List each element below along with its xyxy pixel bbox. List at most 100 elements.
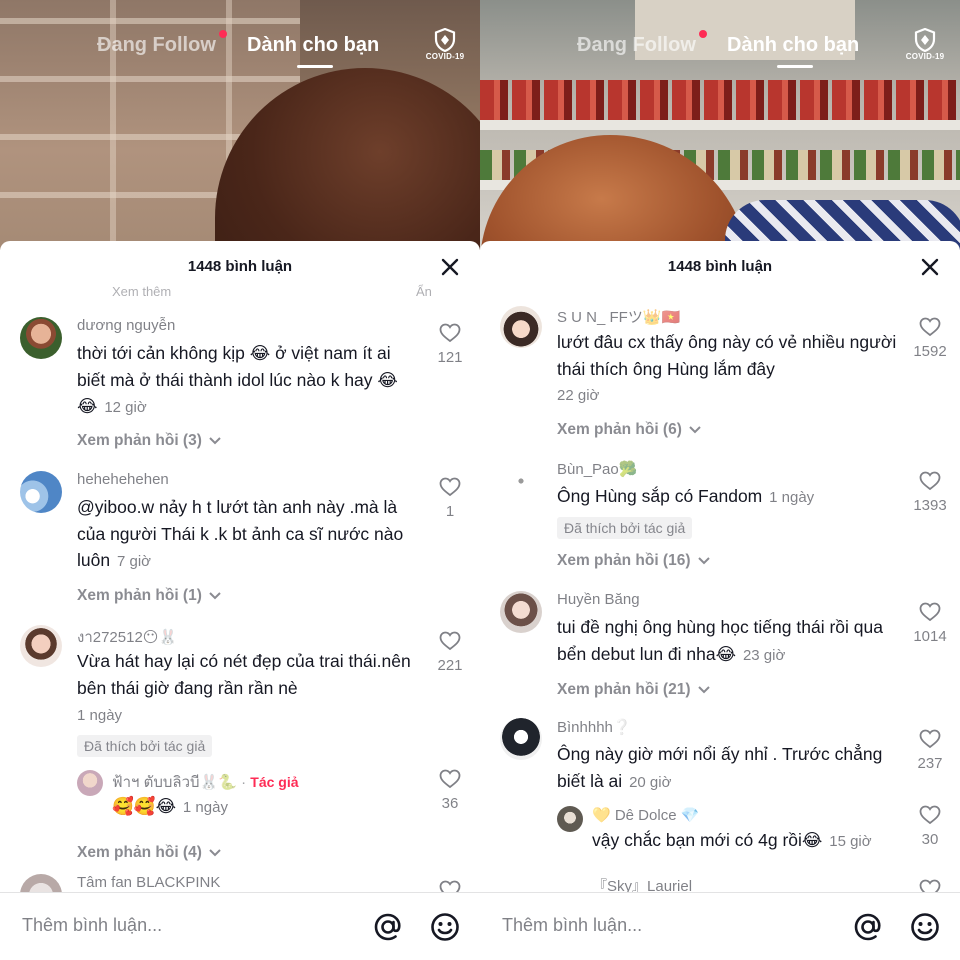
heart-icon	[439, 631, 461, 651]
like-count: 221	[437, 657, 463, 674]
chevron-down-icon	[698, 557, 710, 565]
view-replies-button[interactable]: Xem phản hồi (4)	[77, 844, 222, 862]
comment-input-bar: Thêm bình luận...	[480, 892, 960, 960]
like-button[interactable]: 30	[910, 805, 950, 848]
covid-label: COVID-19	[425, 52, 465, 61]
avatar[interactable]	[557, 806, 583, 832]
comment-text: lướt đâu cx thấy ông này có vẻ nhiều ngư…	[557, 329, 897, 382]
heart-icon	[919, 879, 941, 892]
avatar[interactable]	[557, 875, 583, 892]
like-button[interactable]: 1014	[910, 602, 950, 645]
comment-username[interactable]: hehehehehen	[77, 471, 169, 488]
comment-username[interactable]: dương nguyễn	[77, 317, 175, 334]
reply-text: 🥰🥰😂 1 ngày	[112, 793, 412, 822]
view-replies-label: Xem phản hồi (21)	[557, 681, 691, 698]
like-button[interactable]: 1	[430, 477, 470, 520]
active-tab-indicator	[297, 65, 333, 68]
comment-input[interactable]: Thêm bình luận...	[502, 915, 642, 936]
comment-username[interactable]: Huyền Băng	[557, 591, 640, 608]
reply-username[interactable]: ฟ้าฯ ตับบลิวบี🐰🐍 · Tác giả	[112, 770, 299, 794]
left-screen: Đang Follow Dành cho bạn COVID-19 1448 b…	[0, 0, 480, 960]
view-replies-button[interactable]: Xem phản hồi (1)	[77, 587, 222, 605]
covid-button[interactable]: COVID-19	[903, 28, 947, 61]
comment-time: 7 giờ	[116, 553, 151, 570]
comments-sheet: 1448 bình luận Xem thêm Ẩn dương nguyễn …	[0, 241, 480, 960]
emoji-icon[interactable]	[909, 911, 941, 943]
comment-username[interactable]: Tâm fan BLACKPINK	[77, 874, 220, 891]
right-screen: Đang Follow Dành cho bạn COVID-19 1448 b…	[480, 0, 960, 960]
tab-following[interactable]: Đang Follow	[577, 34, 696, 57]
view-replies-button[interactable]: Xem phản hồi (6)	[557, 421, 702, 439]
comments-sheet: 1448 bình luận S U N_ FFツ👑🇻🇳 lướt đâu cx…	[480, 241, 960, 960]
reply-body: 🥰🥰😂	[112, 796, 177, 816]
covid-button[interactable]: COVID-19	[423, 28, 467, 61]
chevron-down-icon	[209, 437, 221, 445]
like-button[interactable]	[430, 880, 470, 892]
like-button[interactable]: 121	[430, 323, 470, 366]
chevron-down-icon	[209, 592, 221, 600]
view-replies-button[interactable]: Xem phản hồi (16)	[557, 552, 711, 570]
comment-input[interactable]: Thêm bình luận...	[22, 915, 162, 936]
avatar[interactable]	[77, 770, 103, 796]
like-button[interactable]: 36	[430, 769, 470, 812]
comment-text: @yiboo.w nảy h t lướt tàn anh này .mà là…	[77, 494, 417, 576]
covid-label: COVID-19	[905, 52, 945, 61]
author-tag: Tác giả	[250, 774, 299, 790]
active-tab-indicator	[777, 65, 813, 68]
view-replies-button[interactable]: Xem phản hồi (3)	[77, 432, 222, 450]
reply-time: 15 giờ	[829, 833, 872, 850]
reply-time: 1 ngày	[182, 799, 228, 816]
like-button[interactable]: 1592	[910, 317, 950, 360]
top-nav: Đang Follow Dành cho bạn COVID-19	[480, 28, 960, 73]
avatar[interactable]	[20, 471, 62, 513]
like-count: 1393	[913, 497, 947, 514]
avatar[interactable]	[20, 317, 62, 359]
at-icon[interactable]	[852, 911, 884, 943]
comment-time: 12 giờ	[104, 399, 147, 416]
heart-icon	[439, 880, 461, 892]
comment-list[interactable]: dương nguyễn thời tới cản không kịp 😂 ở …	[0, 241, 480, 892]
heart-icon	[439, 477, 461, 497]
avatar[interactable]	[500, 718, 542, 760]
comment-username[interactable]: งา272512😶🐰	[77, 625, 177, 649]
view-replies-label: Xem phản hồi (4)	[77, 844, 202, 861]
view-replies-button[interactable]: Xem phản hồi (21)	[557, 681, 711, 699]
like-count: 1592	[913, 343, 947, 360]
comment-text: Ông Hùng sắp có Fandom 1 ngày	[557, 483, 897, 512]
comment-list[interactable]: S U N_ FFツ👑🇻🇳 lướt đâu cx thấy ông này c…	[480, 241, 960, 892]
tab-following[interactable]: Đang Follow	[97, 34, 216, 57]
like-button[interactable]: 221	[430, 631, 470, 674]
avatar[interactable]	[20, 874, 62, 892]
avatar[interactable]	[500, 591, 542, 633]
comment-username[interactable]: Bùn_Pao🥦	[557, 460, 637, 478]
heart-icon	[439, 769, 461, 789]
notification-dot	[699, 30, 707, 38]
view-replies-label: Xem phản hồi (3)	[77, 432, 202, 449]
like-button[interactable]: 237	[910, 729, 950, 772]
shelf-jars	[480, 80, 960, 120]
emoji-icon[interactable]	[429, 911, 461, 943]
view-replies-label: Xem phản hồi (6)	[557, 421, 682, 438]
reply-username[interactable]: 『Sky』Lauriel	[592, 875, 692, 892]
at-icon[interactable]	[372, 911, 404, 943]
view-replies-label: Xem phản hồi (1)	[77, 587, 202, 604]
top-nav: Đang Follow Dành cho bạn COVID-19	[0, 28, 480, 73]
like-button[interactable]	[910, 879, 950, 892]
heart-icon	[919, 805, 941, 825]
avatar[interactable]	[500, 306, 542, 348]
comment-username[interactable]: S U N_ FFツ👑🇻🇳	[557, 306, 680, 327]
comment-body: Vừa hát hay lại có nét đẹp của trai thái…	[77, 651, 411, 698]
reply-username[interactable]: 💛 Dê Dolce 💎	[592, 806, 699, 824]
tab-for-you[interactable]: Dành cho bạn	[247, 34, 379, 57]
like-button[interactable]: 1393	[910, 471, 950, 514]
comment-text: thời tới cản không kịp 😂 ở việt nam ít a…	[77, 340, 417, 422]
avatar[interactable]	[20, 625, 62, 667]
like-count: 1014	[913, 628, 947, 645]
like-count: 1	[445, 503, 455, 520]
comment-input-bar: Thêm bình luận...	[0, 892, 480, 960]
tab-for-you[interactable]: Dành cho bạn	[727, 34, 859, 57]
view-replies-label: Xem phản hồi (16)	[557, 552, 691, 569]
comment-text: tui đề nghị ông hùng học tiếng thái rồi …	[557, 614, 897, 669]
avatar[interactable]	[500, 460, 542, 502]
comment-username[interactable]: Bìnhhhh❔	[557, 718, 632, 736]
